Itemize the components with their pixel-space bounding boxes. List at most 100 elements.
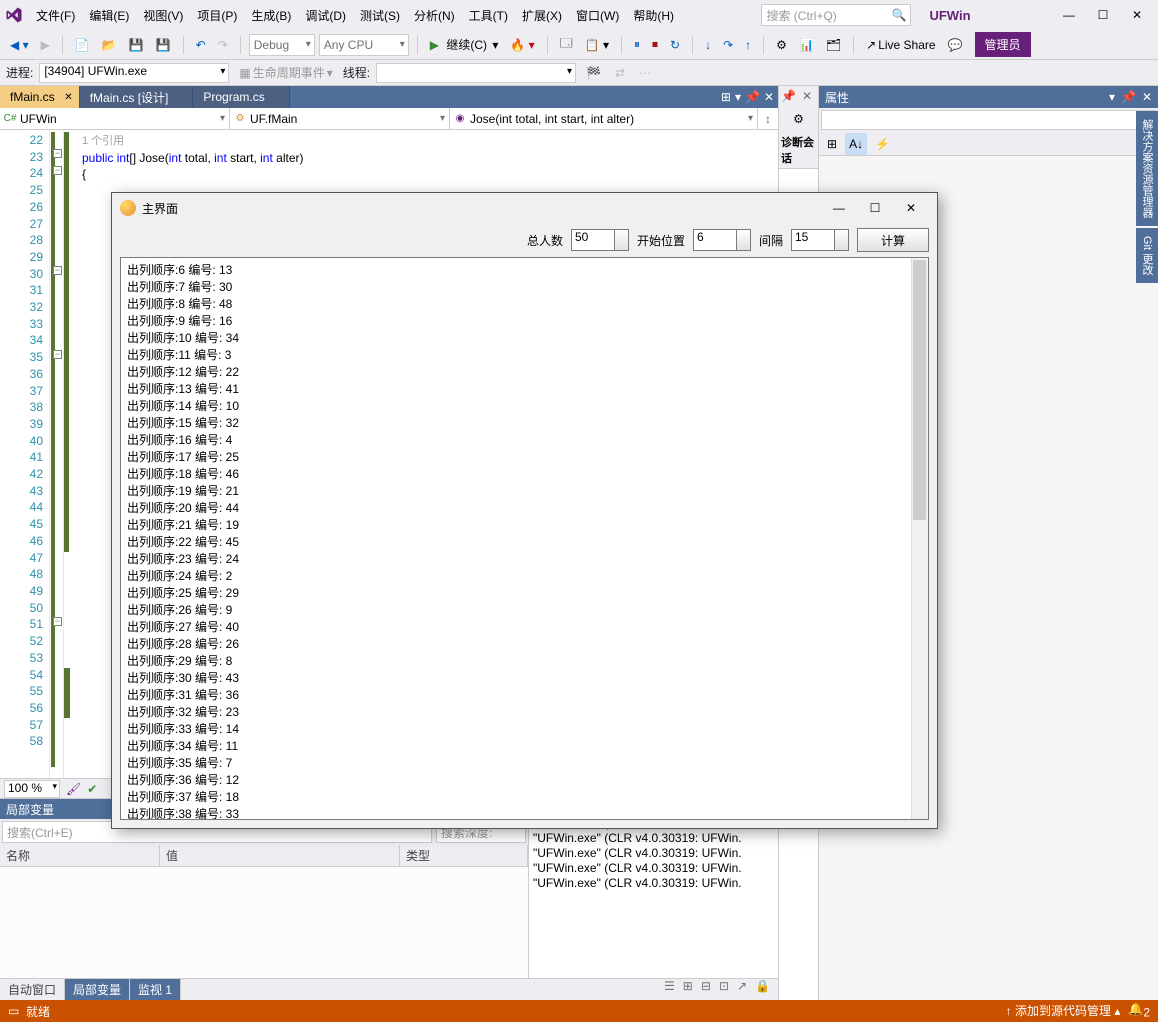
- props-dropdown-icon[interactable]: ▾: [1109, 90, 1115, 104]
- split-icon[interactable]: ↕: [758, 108, 778, 129]
- process-dropdown[interactable]: [34904] UFWin.exe: [39, 63, 229, 83]
- popup-close-button[interactable]: ✕: [893, 194, 929, 222]
- start-input[interactable]: 6: [693, 229, 751, 251]
- properties-object-dropdown[interactable]: [821, 110, 1156, 130]
- tab-fmain-design[interactable]: fMain.cs [设计]: [80, 86, 194, 108]
- panel-icon-3[interactable]: ⊟: [701, 979, 711, 1000]
- stop-button[interactable]: ⏹: [648, 34, 662, 56]
- col-type[interactable]: 类型: [400, 845, 528, 866]
- config-dropdown[interactable]: Debug: [249, 34, 315, 56]
- panel-icon-6[interactable]: 🔒: [755, 979, 770, 1000]
- feedback-button[interactable]: 💬: [944, 34, 967, 56]
- calculate-button[interactable]: 计算: [857, 228, 929, 252]
- pin-icon[interactable]: 📌: [1121, 90, 1136, 104]
- git-changes-tab[interactable]: Git 更改: [1136, 228, 1158, 283]
- panel-icon-1[interactable]: ☰: [664, 979, 675, 1000]
- total-input[interactable]: 50: [571, 229, 629, 251]
- menu-build[interactable]: 生成(B): [245, 3, 297, 28]
- pause-button[interactable]: ⏸: [630, 34, 644, 56]
- menu-extensions[interactable]: 扩展(X): [516, 3, 568, 28]
- search-input[interactable]: 搜索 (Ctrl+Q) 🔍: [761, 4, 911, 26]
- forward-button[interactable]: ▶: [37, 34, 54, 56]
- debug-icon-3[interactable]: ⋯: [635, 62, 655, 84]
- close-icon[interactable]: ✕: [64, 92, 72, 103]
- preview-icon[interactable]: ⊞: [721, 90, 731, 104]
- maximize-button[interactable]: ☐: [1086, 2, 1120, 28]
- panel-icon-2[interactable]: ⊞: [683, 979, 693, 1000]
- fold-icon[interactable]: −: [53, 350, 62, 359]
- pin-icon[interactable]: 📌: [745, 90, 760, 104]
- popup-scrollbar[interactable]: [911, 258, 928, 819]
- health-icon[interactable]: 🖌: [66, 782, 81, 796]
- undo-button[interactable]: ↶: [192, 34, 210, 56]
- close-button[interactable]: ✕: [1120, 2, 1154, 28]
- col-name[interactable]: 名称: [0, 845, 160, 866]
- close-icon[interactable]: ✕: [1142, 90, 1152, 104]
- debug-icon-2[interactable]: ⇄: [611, 62, 629, 84]
- tb-icon-2[interactable]: 📋 ▾: [581, 34, 613, 56]
- popup-maximize-button[interactable]: ☐: [857, 194, 893, 222]
- step-out-button[interactable]: ↑: [741, 34, 755, 56]
- platform-dropdown[interactable]: Any CPU: [319, 34, 409, 56]
- tab-watch[interactable]: 监视 1: [130, 979, 181, 1000]
- nav-project-dropdown[interactable]: C#UFWin: [0, 108, 230, 129]
- hot-reload-button[interactable]: 🔥 ▾: [506, 34, 538, 56]
- nav-class-dropdown[interactable]: ⚙UF.fMain: [230, 108, 450, 129]
- menu-window[interactable]: 窗口(W): [570, 3, 625, 28]
- new-project-button[interactable]: 📄: [71, 34, 94, 56]
- tab-fmain-cs[interactable]: fMain.cs✕: [0, 86, 80, 108]
- tabs-dropdown-icon[interactable]: ▾: [735, 90, 741, 104]
- live-share-button[interactable]: ↗ Live Share: [862, 34, 939, 56]
- gear-icon[interactable]: ⚙: [793, 112, 804, 126]
- panel-icon-5[interactable]: ↗: [737, 979, 747, 1000]
- scroll-thumb[interactable]: [913, 260, 926, 520]
- alphabetical-icon[interactable]: A↓: [845, 133, 867, 155]
- fold-icon[interactable]: −: [53, 617, 62, 626]
- menu-project[interactable]: 项目(P): [191, 3, 243, 28]
- pin-icon[interactable]: 📌: [781, 89, 796, 103]
- tb-icon-1[interactable]: 🗔: [556, 34, 577, 56]
- notifications-button[interactable]: 🔔2: [1128, 1002, 1150, 1019]
- menu-view[interactable]: 视图(V): [137, 3, 189, 28]
- tab-program-cs[interactable]: Program.cs: [193, 86, 289, 108]
- menu-debug[interactable]: 调试(D): [299, 3, 352, 28]
- tb-icon-5[interactable]: 🗂: [822, 34, 845, 56]
- restart-button[interactable]: ↻: [666, 34, 684, 56]
- source-control-button[interactable]: ↑ 添加到源代码管理 ▴: [1006, 1002, 1121, 1019]
- nav-member-dropdown[interactable]: ◉Jose(int total, int start, int alter): [450, 108, 758, 129]
- col-value[interactable]: 值: [160, 845, 400, 866]
- back-button[interactable]: ◀ ▾: [6, 34, 33, 56]
- step-into-button[interactable]: ↓: [701, 34, 715, 56]
- thread-dropdown[interactable]: [376, 63, 576, 83]
- tb-icon-3[interactable]: ⚙: [772, 34, 791, 56]
- redo-button[interactable]: ↷: [214, 34, 232, 56]
- step-over-button[interactable]: ↷: [719, 34, 737, 56]
- fold-icon[interactable]: −: [53, 166, 62, 175]
- step-input[interactable]: 15: [791, 229, 849, 251]
- panel-icon-4[interactable]: ⊡: [719, 979, 729, 1000]
- tab-autos[interactable]: 自动窗口: [0, 979, 65, 1000]
- debug-icon-1[interactable]: 🏁: [582, 62, 605, 84]
- popup-results[interactable]: 出列顺序:6 编号: 13出列顺序:7 编号: 30出列顺序:8 编号: 48出…: [120, 257, 929, 820]
- menu-analyze[interactable]: 分析(N): [408, 3, 461, 28]
- tb-icon-4[interactable]: 📊: [795, 34, 818, 56]
- categorize-icon[interactable]: ⊞: [823, 133, 841, 155]
- menu-file[interactable]: 文件(F): [30, 3, 81, 28]
- continue-button[interactable]: ▶ 继续(C) ▾: [426, 34, 503, 56]
- fold-icon[interactable]: −: [53, 149, 62, 158]
- props-events-icon[interactable]: ⚡: [871, 133, 894, 155]
- close-icon[interactable]: ✕: [802, 89, 812, 103]
- tab-locals[interactable]: 局部变量: [65, 979, 130, 1000]
- locals-body[interactable]: [0, 867, 528, 978]
- menu-edit[interactable]: 编辑(E): [83, 3, 135, 28]
- fold-icon[interactable]: −: [53, 266, 62, 275]
- output-icon[interactable]: ▭: [8, 1004, 19, 1018]
- menu-help[interactable]: 帮助(H): [627, 3, 680, 28]
- minimize-button[interactable]: —: [1052, 2, 1086, 28]
- menu-tools[interactable]: 工具(T): [463, 3, 514, 28]
- open-button[interactable]: 📂: [98, 34, 121, 56]
- zoom-dropdown[interactable]: 100 %: [4, 780, 60, 798]
- solution-explorer-tab[interactable]: 解决方案资源管理器: [1136, 111, 1158, 226]
- save-button[interactable]: 💾: [125, 34, 148, 56]
- save-all-button[interactable]: 💾: [152, 34, 175, 56]
